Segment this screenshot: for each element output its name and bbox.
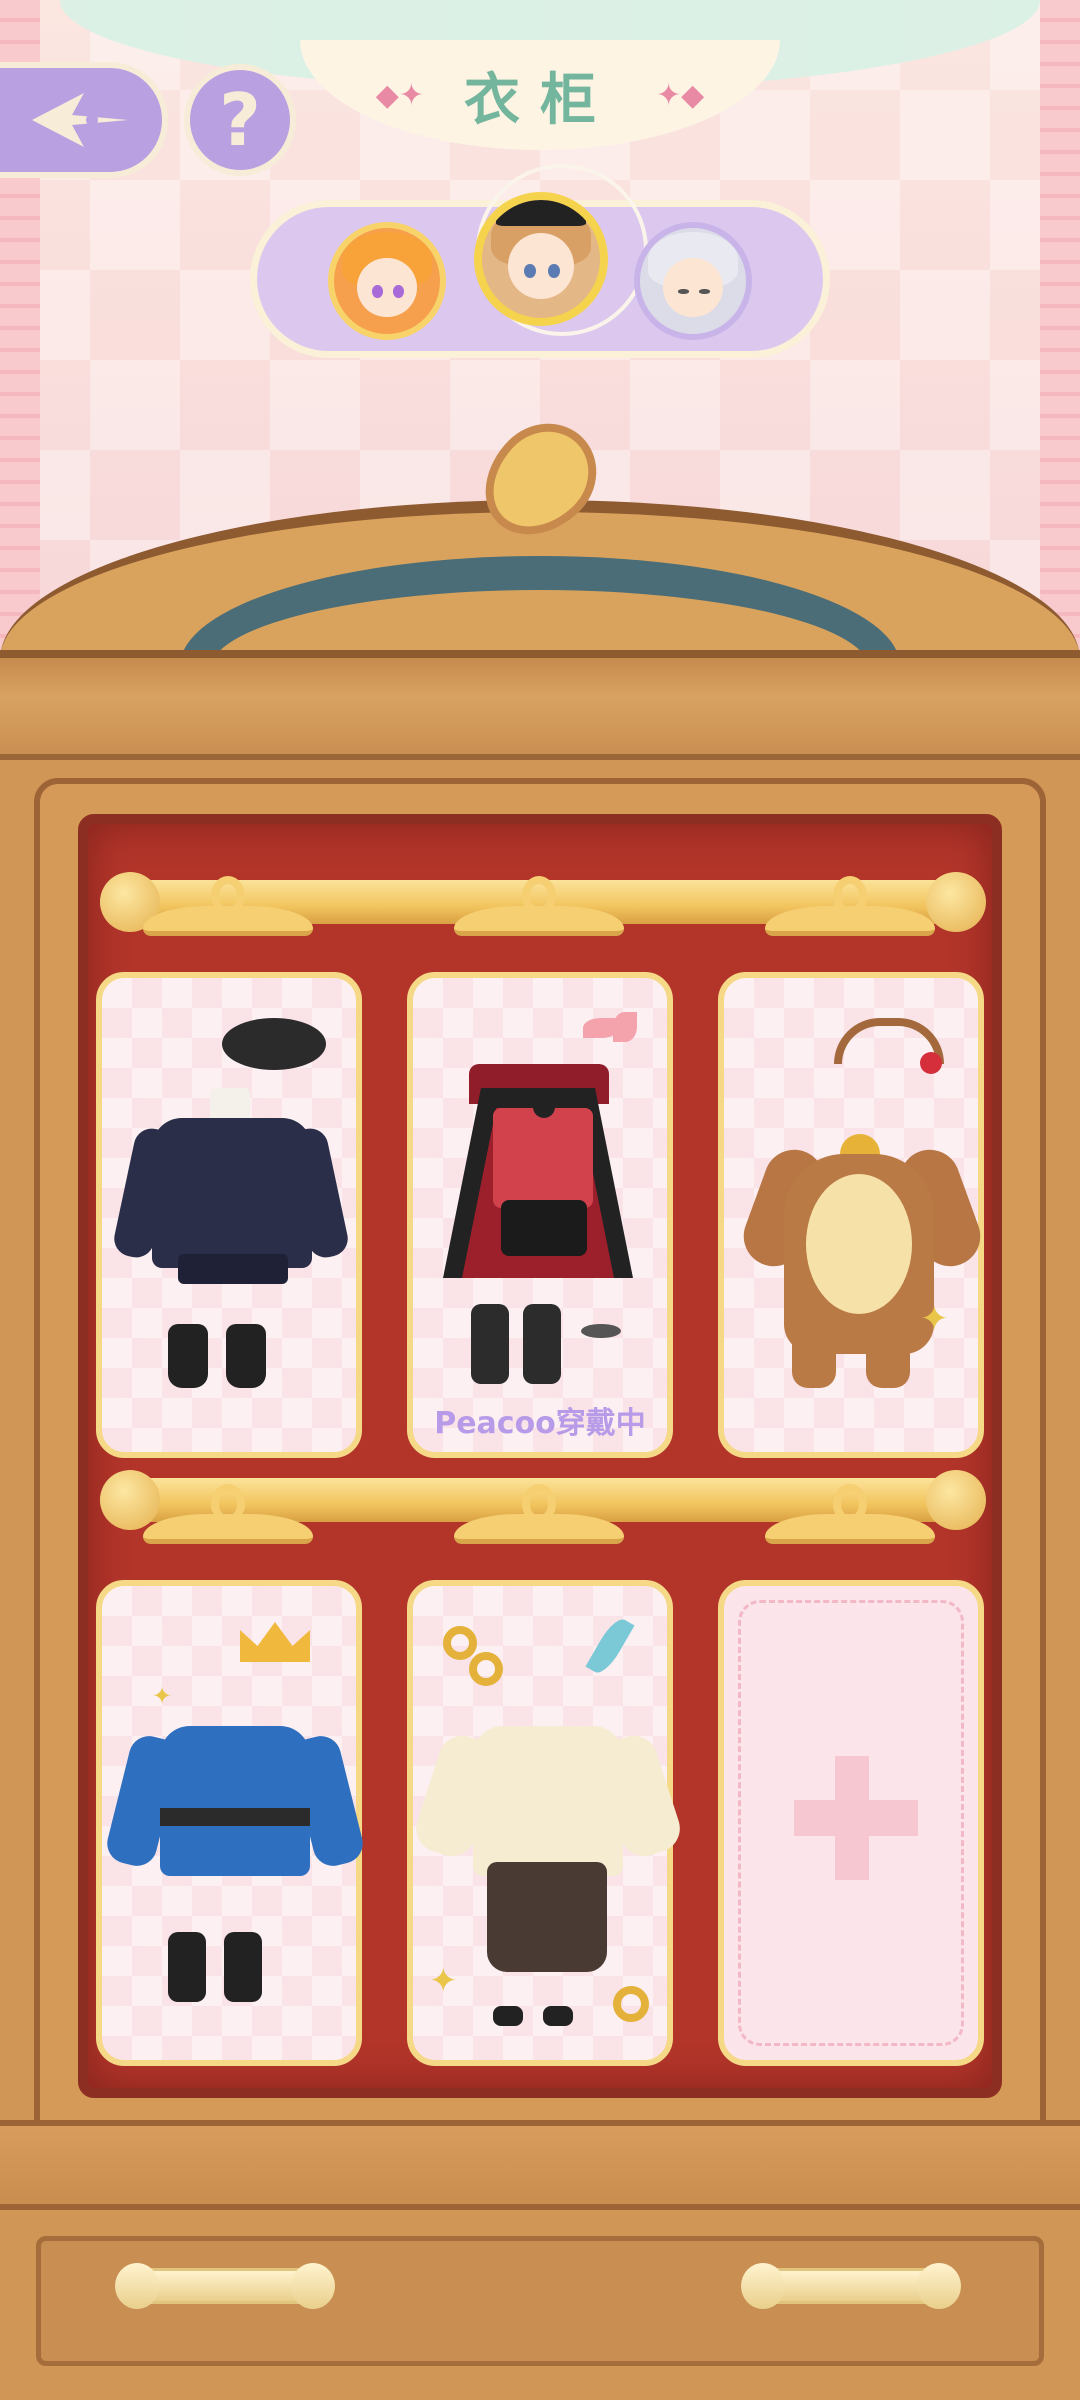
avatar-eye [699,289,710,294]
hanger-icon [765,1484,935,1544]
hanger-icon [765,876,935,936]
back-button[interactable] [0,62,168,178]
help-icon: ? [219,78,261,162]
coin-icon [443,1626,477,1660]
shorts-icon [178,1254,288,1284]
sparkle-icon: ✦ [152,1682,173,1710]
boot-icon [168,1932,206,2002]
onesie-leg [792,1318,836,1388]
avatar-face [357,257,417,318]
boot-icon [226,1324,266,1388]
card-status-worn: Peacoo穿戴中 [434,1406,646,1441]
vest-icon [493,1108,593,1208]
outfit-card-dark-uniform[interactable] [96,972,362,1458]
outfit-card-cream-jacket[interactable]: ✦ [407,1580,687,2066]
boot-icon [523,1304,561,1384]
coin-icon [469,1652,503,1686]
feather-icon [585,1614,635,1678]
hanger-icon [143,1484,313,1544]
hanger-icon [143,876,313,936]
avatar-silver-hair[interactable] [634,222,752,340]
belt-icon [160,1808,310,1826]
bow-tie-icon [533,1096,555,1118]
wardrobe-cornice [0,650,1080,760]
ornament-right-icon: ✦◆ [656,77,705,113]
beret-icon [496,200,586,226]
crown-icon [240,1622,310,1662]
beret-icon [222,1018,326,1070]
shorts-icon [501,1200,587,1256]
jacket-icon [152,1118,312,1268]
ear-icon [613,1012,637,1042]
help-button[interactable]: ? [184,64,296,176]
onesie-leg [866,1318,910,1388]
drawer-handle-icon [115,2263,335,2309]
rail-end-cap [926,872,986,932]
berry-icon [920,1052,942,1074]
page-title: 衣柜 [464,66,616,133]
outfit-card-royal-blue[interactable]: ✦ [96,1580,367,2066]
shoe-icon [543,2006,573,2026]
jacket-icon [473,1726,623,1876]
boot-icon [471,1304,509,1384]
hanger-icon [454,876,624,936]
add-outfit-slot[interactable] [718,1580,984,2066]
ornament-left-icon: ◆✦ [375,77,424,113]
coat-icon [160,1726,310,1876]
wardrobe-base-trim [0,2120,1080,2210]
boot-icon [224,1932,262,2002]
outfit-card-vampire[interactable]: Peacoo穿戴中 [407,972,673,1458]
avatar-eye [393,285,404,298]
sparkle-icon: ✦ [920,1299,949,1339]
boot-icon [168,1324,208,1388]
trousers-icon [487,1862,607,1972]
avatar-peacoo[interactable] [474,192,608,326]
avatar-eye [678,289,689,294]
avatar-orange-hair[interactable] [328,222,446,340]
shoe-icon [493,2006,523,2026]
drawer-handle-icon [741,2263,961,2309]
plus-icon [794,1800,918,1836]
avatar-eye [372,285,383,298]
onesie-belly [806,1174,912,1314]
rail-end-cap [926,1470,986,1530]
avatar-face [663,257,723,318]
back-arrow-icon [32,93,128,147]
avatar-eye [548,263,560,278]
sparkle-icon: ✦ [429,1961,458,2001]
outfit-card-reindeer[interactable]: ✦ [718,972,989,1458]
hanger-icon [454,1484,624,1544]
avatar-face [507,233,575,300]
bat-icon [581,1324,621,1338]
coin-icon [613,1986,649,2022]
